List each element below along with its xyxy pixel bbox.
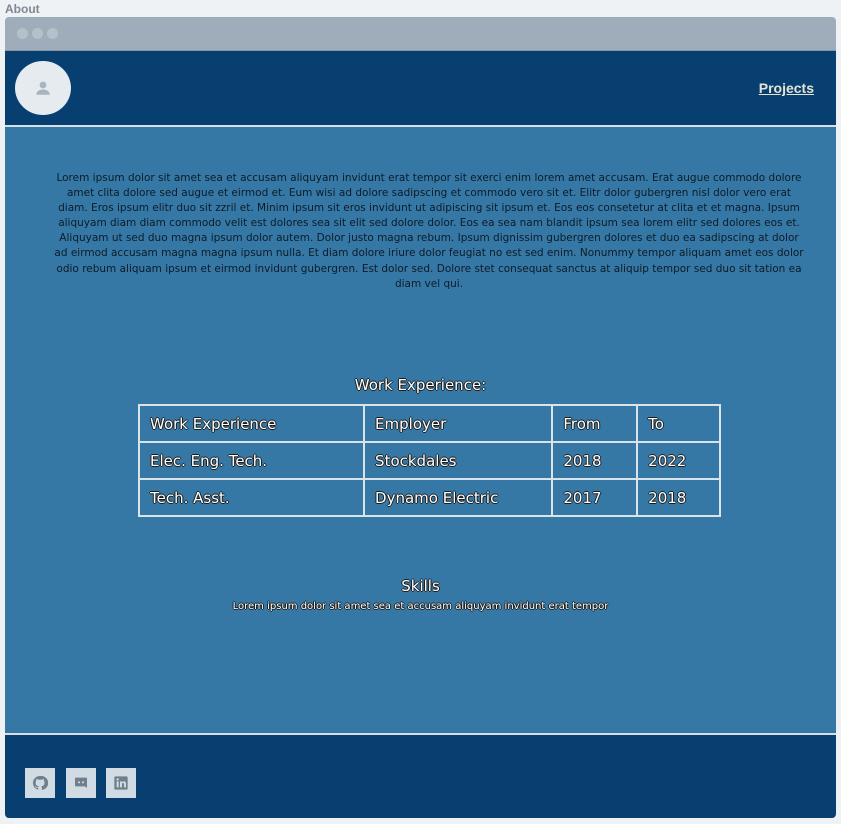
window-titlebar (5, 17, 836, 51)
discord-link[interactable] (66, 768, 96, 798)
table-cell: 2018 (552, 442, 638, 479)
table-cell: To (637, 405, 720, 442)
page-label: About (5, 2, 40, 16)
table-cell: 2022 (637, 442, 720, 479)
projects-link[interactable]: Projects (759, 80, 814, 96)
user-icon (36, 81, 50, 95)
browser-window: Projects Lorem ipsum dolor sit amet sea … (5, 17, 836, 818)
avatar[interactable] (15, 61, 71, 115)
table-cell: Elec. Eng. Tech. (139, 442, 365, 479)
linkedin-icon (114, 776, 128, 790)
table-cell: Work Experience (139, 405, 365, 442)
table-cell: Stockdales (364, 442, 553, 479)
top-nav: Projects (5, 51, 836, 125)
discord-icon (75, 777, 87, 788)
table-cell: Employer (364, 405, 553, 442)
linkedin-link[interactable] (106, 768, 136, 798)
table-row: Elec. Eng. Tech. Stockdales 2018 2022 (139, 442, 720, 479)
window-dot (17, 28, 28, 39)
window-dot (32, 28, 43, 39)
table-cell: Dynamo Electric (364, 479, 553, 516)
main-content: Lorem ipsum dolor sit amet sea et accusa… (5, 127, 836, 733)
work-experience-table: Work Experience Employer From To Elec. E… (138, 404, 721, 517)
skills-text: Lorem ipsum dolor sit amet sea et accusa… (232, 601, 609, 612)
github-icon (32, 775, 48, 790)
table-cell: Tech. Asst. (139, 479, 365, 516)
work-experience-title: Work Experience: (354, 376, 487, 394)
table-cell: From (552, 405, 638, 442)
table-cell: 2018 (637, 479, 720, 516)
table-cell: 2017 (552, 479, 638, 516)
github-link[interactable] (25, 768, 55, 798)
footer (5, 735, 836, 818)
skills-title: Skills (401, 577, 440, 595)
intro-paragraph: Lorem ipsum dolor sit amet sea et accusa… (54, 172, 804, 290)
table-row: Tech. Asst. Dynamo Electric 2017 2018 (139, 479, 720, 516)
table-header-row: Work Experience Employer From To (139, 405, 720, 442)
window-dot (47, 28, 58, 39)
